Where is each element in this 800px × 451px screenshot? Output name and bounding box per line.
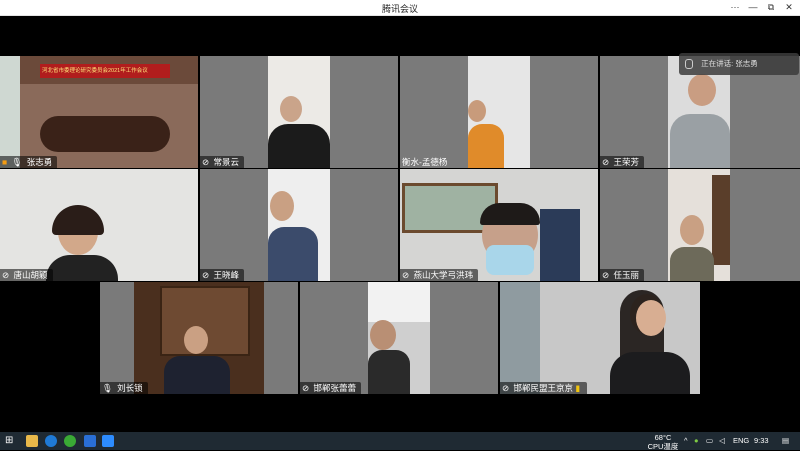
mic-icon: 🎙 [11, 157, 23, 167]
browser-icon[interactable] [64, 435, 76, 447]
close-button[interactable]: ✕ [782, 1, 796, 14]
mic-muted-icon: ⊘ [2, 270, 10, 280]
mic-icon: 🎙 [102, 383, 113, 393]
minimize-button[interactable]: — [746, 1, 760, 14]
video-tile[interactable]: ⊘ 王晓峰 [200, 169, 398, 281]
participant-name: ⊘ 邯郸民盟王京京 ▮ [500, 382, 588, 394]
avatar [270, 191, 294, 221]
video-tile[interactable]: ⊘ 邯郸张蕾蕾 [300, 282, 498, 394]
clock[interactable]: 9:33 [754, 432, 769, 450]
video-tile[interactable]: ⊘ 常景云 [200, 56, 398, 168]
avatar [680, 215, 704, 245]
mic-muted-icon: ⊘ [602, 270, 610, 280]
mic-muted-icon: ⊘ [302, 383, 310, 393]
conference-table [40, 116, 170, 152]
notification-icon[interactable]: ▤ [782, 432, 789, 450]
video-grid: 河北省市委理论研究委员会2021年工作会议 ■ 🎙 张志勇 ⊘ 常景云 衡水-孟… [0, 16, 800, 432]
participant-name: ⊘ 唐山胡颖 [0, 269, 53, 281]
tencent-meeting-icon[interactable] [102, 435, 114, 447]
participant-name: ■ 🎙 张志勇 [0, 156, 58, 168]
host-icon: ■ [2, 157, 8, 167]
participant-name: ⊘ 燕山大学弓洪玮 [400, 269, 479, 281]
windows-taskbar: ⊞ 68°C CPU温度 ^ ● ▭ ◁ ENG 9:33 ▤ [0, 432, 800, 451]
more-button[interactable]: ··· [728, 1, 742, 14]
face-mask [486, 245, 534, 275]
video-tile[interactable]: 🎙 刘长锁 [100, 282, 298, 394]
video-tile[interactable]: 河北省市委理论研究委员会2021年工作会议 ■ 🎙 张志勇 [0, 56, 198, 168]
avatar [184, 326, 208, 354]
video-tile[interactable]: ⊘ 邯郸民盟王京京 ▮ [500, 282, 700, 394]
volume-icon[interactable]: ◁ [719, 432, 725, 450]
network-icon[interactable]: ▭ [706, 432, 713, 450]
banner-text: 河北省市委理论研究委员会2021年工作会议 [42, 68, 148, 74]
avatar [370, 320, 396, 350]
chevron-up-icon[interactable]: ^ [684, 432, 688, 450]
participant-name: ⊘ 邯郸张蕾蕾 [300, 382, 362, 394]
folder-icon[interactable] [26, 435, 38, 447]
document-icon[interactable] [84, 435, 96, 447]
video-tile[interactable]: ⊘ 燕山大学弓洪玮 [400, 169, 598, 281]
avatar [280, 96, 302, 122]
mic-muted-icon: ⊘ [402, 270, 410, 280]
video-tile[interactable]: 衡水-孟德杨 [400, 56, 598, 168]
cpu-temp: 68°C CPU温度 [647, 433, 679, 451]
speaking-indicator: 正在讲话: 张志勇 [679, 53, 799, 75]
edge-icon[interactable] [45, 435, 57, 447]
mic-muted-icon: ⊘ [602, 157, 610, 167]
mic-muted-icon: ⊘ [202, 270, 210, 280]
restore-button[interactable]: ⧉ [764, 1, 778, 14]
participant-name: ⊘ 常景云 [200, 156, 245, 168]
avatar [688, 74, 716, 106]
avatar [468, 100, 486, 122]
participant-name: ⊘ 王荣芳 [600, 156, 645, 168]
mic-icon [685, 59, 693, 70]
video-tile[interactable]: ⊘ 唐山胡颖 [0, 169, 198, 281]
participant-name: 衡水-孟德杨 [402, 157, 448, 167]
bookshelf [712, 175, 730, 265]
participant-name: 🎙 刘长锁 [100, 382, 148, 394]
windows-start-icon[interactable]: ⊞ [5, 435, 17, 447]
participant-name: ⊘ 任玉丽 [600, 269, 645, 281]
video-tile[interactable]: ⊘ 任玉丽 [600, 169, 800, 281]
mic-muted-icon: ⊘ [202, 157, 210, 167]
app-tray-icon[interactable]: ● [694, 432, 699, 450]
window-title: 腾讯会议 [381, 4, 418, 14]
window-titlebar: 腾讯会议 ··· — ⧉ ✕ [0, 0, 800, 16]
language-indicator[interactable]: ENG [733, 432, 749, 450]
mic-muted-icon: ⊘ [502, 383, 510, 393]
participant-name: ⊘ 王晓峰 [200, 269, 245, 281]
door [540, 209, 580, 281]
signal-icon: ▮ [575, 383, 581, 393]
